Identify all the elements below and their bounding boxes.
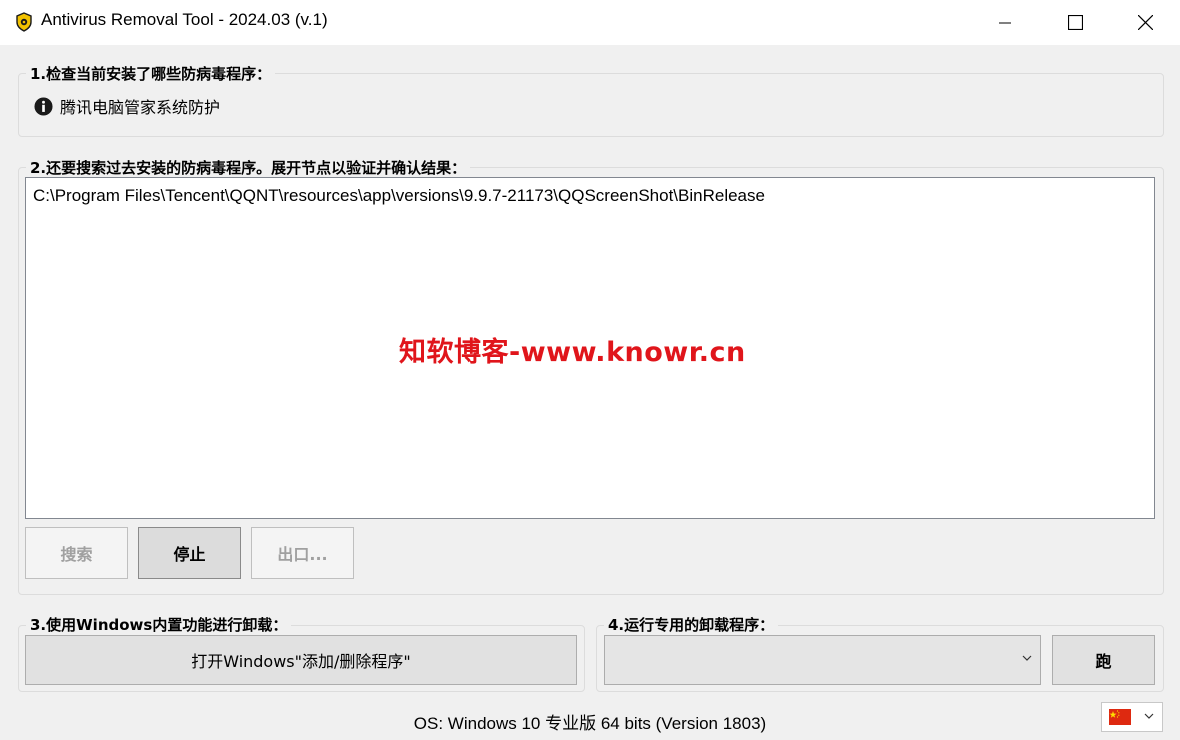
installed-item-label: 腾讯电脑管家系统防护 <box>60 98 221 117</box>
language-select[interactable] <box>1101 702 1163 732</box>
maximize-icon <box>1067 15 1083 30</box>
chevron-down-icon <box>1022 655 1032 661</box>
info-icon <box>34 96 53 116</box>
window-title: Antivirus Removal Tool - 2024.03 (v.1) <box>41 10 328 29</box>
maximize-button[interactable] <box>1040 0 1110 45</box>
result-node[interactable]: C:\Program Files\Tencent\QQNT\resources\… <box>33 186 765 206</box>
uninstaller-select[interactable] <box>604 635 1041 685</box>
results-tree[interactable]: C:\Program Files\Tencent\QQNT\resources\… <box>25 177 1155 519</box>
watermark: 知软博客-www.knowr.cn <box>399 337 746 368</box>
china-flag-icon <box>1109 709 1131 725</box>
shield-icon <box>16 12 32 32</box>
minimize-icon <box>999 22 1011 23</box>
section4-label: 4.运行专用的卸载程序： <box>604 614 779 635</box>
title-bar: Antivirus Removal Tool - 2024.03 (v.1) <box>0 0 1180 45</box>
close-icon <box>1137 15 1153 30</box>
stop-button[interactable]: 停止 <box>138 527 241 579</box>
chevron-down-icon <box>1144 713 1154 719</box>
section2-label: 2.还要搜索过去安装的防病毒程序。展开节点以验证并确认结果： <box>26 157 471 178</box>
section1-label: 1.检查当前安装了哪些防病毒程序： <box>26 63 276 84</box>
minimize-button[interactable] <box>970 0 1040 45</box>
section3-label: 3.使用Windows内置功能进行卸载： <box>26 614 292 635</box>
close-button[interactable] <box>1110 0 1180 45</box>
export-button[interactable]: 出口... <box>251 527 354 579</box>
run-button[interactable]: 跑 <box>1052 635 1155 685</box>
open-add-remove-programs-button[interactable]: 打开Windows"添加/删除程序" <box>25 635 577 685</box>
installed-item: 腾讯电脑管家系统防护 <box>34 94 220 118</box>
search-button[interactable]: 搜索 <box>25 527 128 579</box>
os-status: OS: Windows 10 专业版 64 bits (Version 1803… <box>413 714 767 733</box>
